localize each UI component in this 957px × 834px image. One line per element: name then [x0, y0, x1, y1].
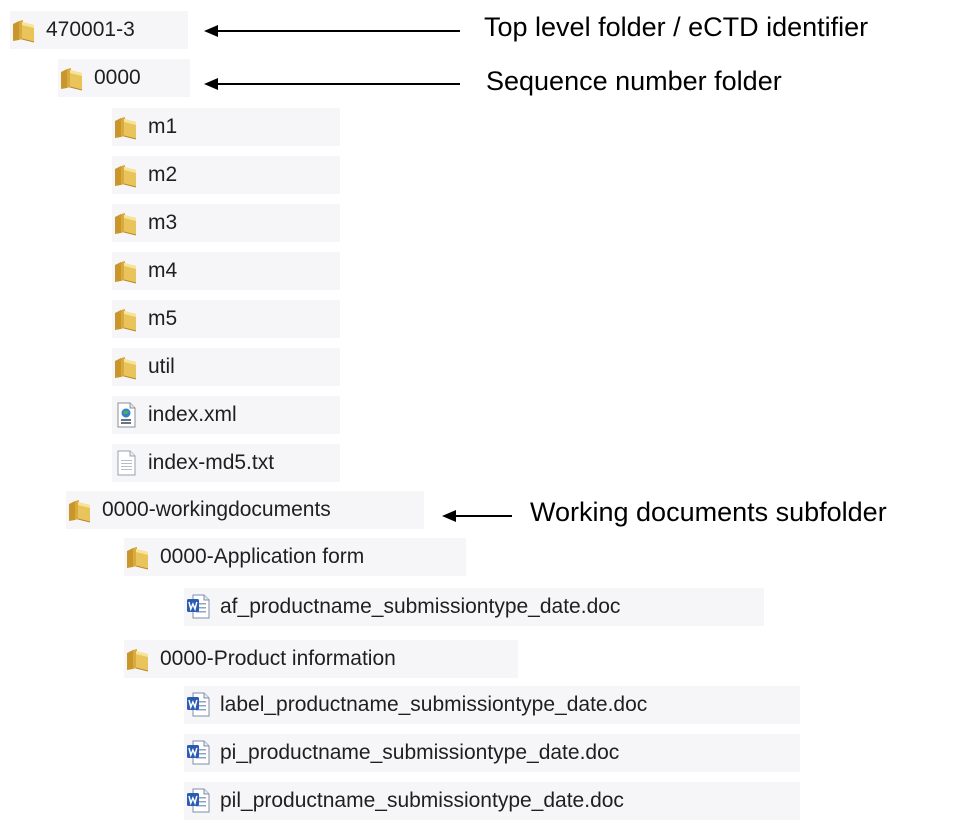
tree-row-product-information[interactable]: 0000-Product information [124, 640, 518, 678]
folder-icon [112, 209, 140, 237]
tree-row-label-doc[interactable]: label_productname_submissiontype_date.do… [184, 686, 800, 724]
tree-row-m5[interactable]: m5 [112, 300, 340, 338]
tree-row-m2[interactable]: m2 [112, 156, 340, 194]
folder-label: m1 [148, 115, 178, 138]
folder-icon [112, 113, 140, 141]
folder-label: m2 [148, 163, 178, 186]
folder-icon [124, 543, 152, 571]
file-label: pi_productname_submissiontype_date.doc [220, 741, 620, 764]
folder-icon [10, 16, 38, 44]
annotation-sequence: Sequence number folder [486, 66, 782, 96]
file-label: index-md5.txt [148, 451, 275, 474]
folder-label: m3 [148, 211, 178, 234]
arrow-working [442, 510, 512, 522]
word-doc-icon [184, 787, 212, 815]
folder-icon [58, 64, 86, 92]
folder-icon [124, 645, 152, 673]
folder-icon [112, 353, 140, 381]
tree-row-index-xml[interactable]: index.xml [112, 396, 340, 434]
folder-icon [66, 496, 94, 524]
folder-label: 470001-3 [46, 18, 135, 41]
tree-row-pi-doc[interactable]: pi_productname_submissiontype_date.doc [184, 734, 800, 772]
folder-label: 0000-Application form [160, 545, 365, 568]
tree-row-application-form[interactable]: 0000-Application form [124, 538, 466, 576]
tree-row-pil-doc[interactable]: pil_productname_submissiontype_date.doc [184, 782, 800, 820]
folder-label: m4 [148, 259, 178, 282]
folder-label: util [148, 355, 175, 378]
folder-icon [112, 305, 140, 333]
tree-row-af-doc[interactable]: af_productname_submissiontype_date.doc [184, 588, 764, 626]
word-doc-icon [184, 691, 212, 719]
folder-label: 0000-workingdocuments [102, 498, 331, 521]
tree-row-m1[interactable]: m1 [112, 108, 340, 146]
tree-row-m4[interactable]: m4 [112, 252, 340, 290]
word-doc-icon [184, 739, 212, 767]
tree-row-index-md5[interactable]: index-md5.txt [112, 444, 340, 482]
folder-label: 0000 [94, 66, 141, 89]
tree-row-root[interactable]: 470001-3 [10, 11, 188, 49]
folder-label: 0000-Product information [160, 647, 396, 670]
tree-row-util[interactable]: util [112, 348, 340, 386]
tree-row-workingdocuments[interactable]: 0000-workingdocuments [66, 491, 424, 529]
file-label: pil_productname_submissiontype_date.doc [220, 789, 624, 812]
file-label: index.xml [148, 403, 237, 426]
word-doc-icon [184, 593, 212, 621]
folder-label: m5 [148, 307, 178, 330]
file-label: af_productname_submissiontype_date.doc [220, 595, 621, 618]
arrow-top-level [204, 25, 460, 37]
tree-row-m3[interactable]: m3 [112, 204, 340, 242]
file-label: label_productname_submissiontype_date.do… [220, 693, 648, 716]
folder-icon [112, 161, 140, 189]
annotation-working: Working documents subfolder [530, 497, 887, 527]
annotation-top-level: Top level folder / eCTD identifier [484, 12, 869, 42]
text-file-icon [112, 449, 140, 477]
arrow-sequence [204, 78, 460, 90]
xml-file-icon [112, 401, 140, 429]
folder-icon [112, 257, 140, 285]
tree-row-sequence[interactable]: 0000 [58, 59, 190, 97]
